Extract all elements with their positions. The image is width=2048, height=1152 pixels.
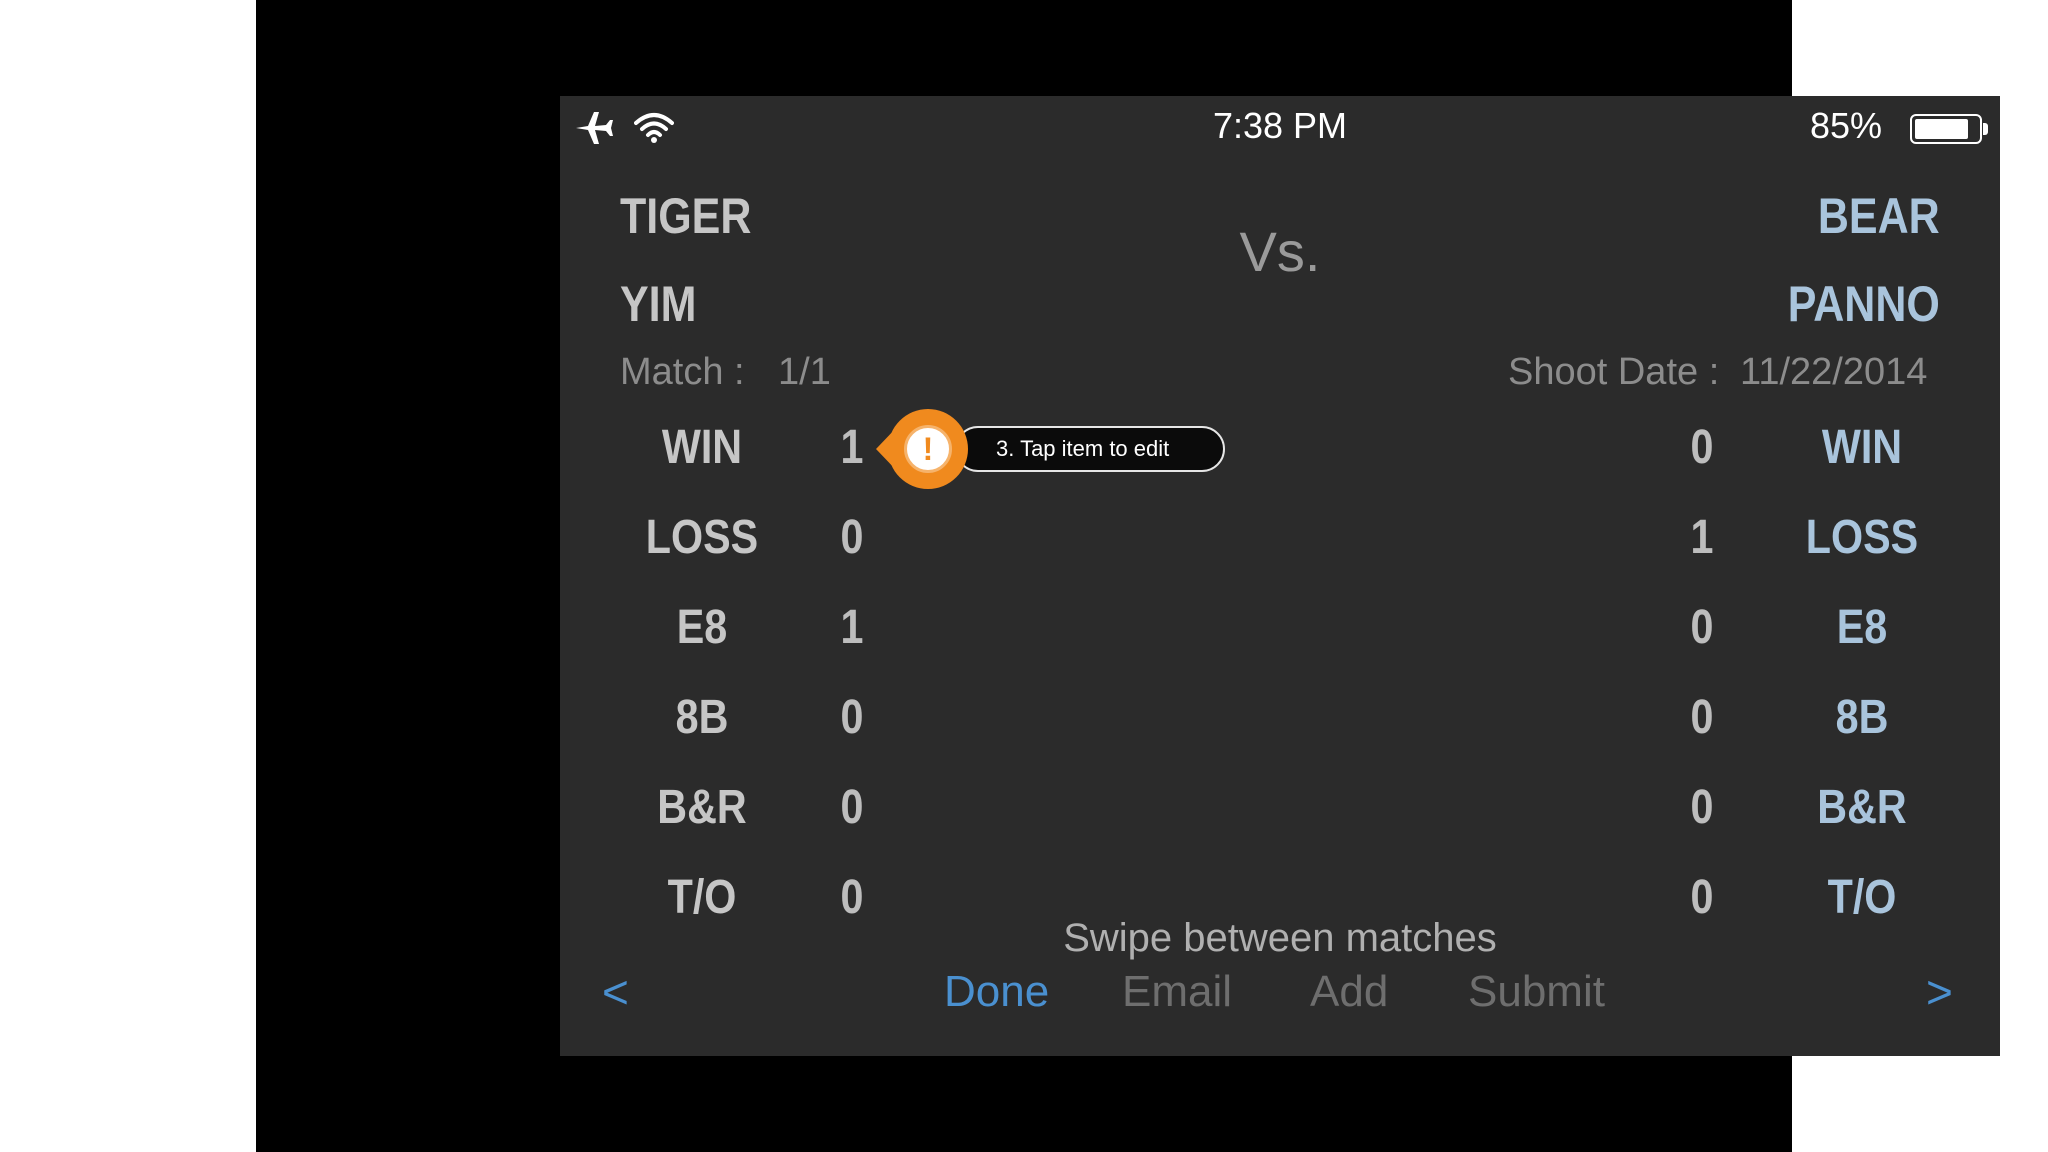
right-stat-label[interactable]: E8 [1776, 600, 1948, 656]
right-stat-label[interactable]: LOSS [1776, 510, 1948, 566]
left-stat-label[interactable]: B&R [616, 780, 788, 836]
left-stat-value[interactable]: 0 [826, 780, 878, 836]
match-label: Match : [620, 351, 745, 393]
app-screen: 7:38 PM 85% TIGER YIM BEAR PANNO Vs. Mat… [560, 96, 2000, 1056]
right-stat-value[interactable]: 0 [1676, 420, 1728, 476]
right-stat-value[interactable]: 1 [1676, 510, 1728, 566]
left-stat-value[interactable]: 1 [826, 600, 878, 656]
shoot-date-label: Shoot Date : [1508, 351, 1720, 393]
left-stat-value[interactable]: 1 [826, 420, 878, 476]
swipe-hint: Swipe between matches [1063, 916, 1497, 960]
tooltip-text: 3. Tap item to edit [996, 436, 1170, 461]
left-stat-label[interactable]: WIN [616, 420, 788, 476]
left-stat-value[interactable]: 0 [826, 510, 878, 566]
done-button[interactable]: Done [944, 966, 1049, 1018]
left-player-last-name[interactable]: YIM [620, 276, 696, 332]
right-stat-label[interactable]: B&R [1776, 780, 1948, 836]
left-stat-label[interactable]: E8 [616, 600, 788, 656]
left-stat-label[interactable]: 8B [616, 690, 788, 746]
versus-label: Vs. [1239, 220, 1321, 283]
submit-button[interactable]: Submit [1468, 966, 1605, 1018]
left-stat-value[interactable]: 0 [826, 690, 878, 746]
battery-icon [1910, 114, 1982, 144]
shoot-date-value[interactable]: 11/22/2014 [1740, 350, 1927, 394]
match-value: 1/1 [778, 351, 831, 393]
status-time: 7:38 PM [1212, 105, 1348, 146]
battery-level [1915, 119, 1968, 139]
left-stat-label[interactable]: LOSS [616, 510, 788, 566]
email-button[interactable]: Email [1122, 966, 1232, 1018]
right-stat-value[interactable]: 0 [1676, 690, 1728, 746]
exclamation-icon: ! [904, 425, 952, 473]
next-match-button[interactable]: > [1926, 966, 1953, 1018]
device-frame: 7:38 PM 85% TIGER YIM BEAR PANNO Vs. Mat… [256, 0, 2000, 1152]
right-stat-label[interactable]: WIN [1776, 420, 1948, 476]
add-button[interactable]: Add [1310, 966, 1388, 1018]
right-stat-value[interactable]: 0 [1676, 600, 1728, 656]
right-stat-value[interactable]: 0 [1676, 780, 1728, 836]
battery-nub [1983, 123, 1988, 135]
battery-percent: 85% [1809, 105, 1882, 146]
previous-match-button[interactable]: < [602, 966, 629, 1018]
right-stat-label[interactable]: 8B [1776, 690, 1948, 746]
right-player-last-name[interactable]: PANNO [1788, 276, 1940, 332]
